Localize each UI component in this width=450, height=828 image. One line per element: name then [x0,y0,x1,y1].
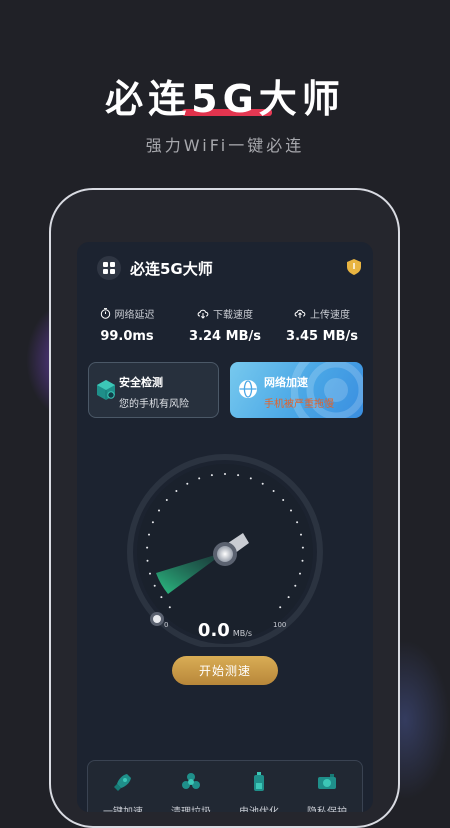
speed-readout: 0.0 MB/s [77,620,373,641]
stat-download: 下载速度 3.24 MB/s [175,306,275,344]
gauge-tick [186,482,189,485]
speed-unit: MB/s [232,629,253,638]
network-boost-title: 网络加速 [264,376,308,389]
gauge-tick [237,474,240,477]
gauge-tick [149,572,151,575]
stat-upload-label: 上传速度 [310,310,350,321]
gauge-tick [146,559,149,562]
network-boost-desc: 手机被严重拖慢 [264,399,334,410]
gauge-tick [153,584,156,587]
tool-clean[interactable]: 清理垃圾 [160,771,222,812]
cloud-upload-icon [294,309,306,318]
tool-speedup[interactable]: 一键加速 [92,771,154,812]
gauge-tick [158,509,160,512]
gauge-tick [148,533,150,536]
app-screen: 必连5G大师 网络延迟 99.0ms 下载速度 3.24 MB/s 上传速度 3… [77,242,373,812]
security-cube-icon [96,379,116,405]
stat-upload: 上传速度 3.45 MB/s [272,306,372,344]
rocket-icon [114,774,131,791]
start-speed-test-button[interactable]: 开始测速 [172,656,278,685]
tool-privacy-label: 隐私保护 [296,803,358,812]
timer-icon [100,308,110,319]
security-check-desc: 您的手机有风险 [119,399,189,410]
shield-icon[interactable] [347,259,361,279]
gauge-tick [272,490,275,492]
gauge-tick [301,559,304,562]
stat-download-label: 下载速度 [213,310,253,321]
gauge-tick [165,499,168,501]
stat-latency-label: 网络延迟 [114,310,155,321]
battery-icon [254,772,264,791]
tool-clean-label: 清理垃圾 [160,803,222,812]
network-stats: 网络延迟 99.0ms 下载速度 3.24 MB/s 上传速度 3.45 MB/… [77,306,373,346]
stat-download-value: 3.24 MB/s [189,329,261,344]
gauge-tick [294,584,297,587]
gauge-tick [249,477,252,480]
gauge-tick [296,521,299,524]
app-menu-icon[interactable] [97,256,121,280]
gauge-tick [160,596,163,599]
camera-icon [318,774,336,789]
gauge-tick [175,490,178,492]
speed-gauge: 0 100 [127,454,323,647]
app-header: 必连5G大师 [97,256,361,280]
gauge-tick [151,521,154,524]
tool-speedup-label: 一键加速 [92,803,154,812]
gauge-tick [279,606,282,609]
cloud-download-icon [197,309,209,319]
gauge-tick [301,546,304,549]
speed-value: 0.0 [197,620,230,641]
gauge-tick [300,533,302,536]
security-check-card[interactable]: 安全检测 您的手机有风险 [88,362,219,418]
hero-title: 必连5G大师 [105,77,345,121]
network-boost-card[interactable]: 网络加速 手机被严重拖慢 [230,362,363,418]
tools-bar: 一键加速 清理垃圾 电池优化 隐私保护 [87,760,363,812]
gauge-tick [290,509,292,512]
tool-privacy[interactable]: 隐私保护 [296,771,358,812]
app-title: 必连5G大师 [130,260,213,278]
globe-icon [238,379,258,403]
stat-latency: 网络延迟 99.0ms [77,306,177,344]
gauge-tick [261,482,264,485]
gauge-tick [224,473,226,475]
security-check-title: 安全检测 [119,376,163,389]
gauge-tick [299,572,301,575]
gauge-tick [146,546,149,549]
stat-upload-value: 3.45 MB/s [286,329,358,344]
tool-battery[interactable]: 电池优化 [228,771,290,812]
fan-icon [182,773,200,789]
gauge-tick [198,477,201,480]
hero-subtitle: 强力WiFi一键必连 [145,136,305,155]
gauge-tick [287,596,290,599]
stat-latency-value: 99.0ms [100,329,154,344]
gauge-tick [168,606,171,609]
gauge-tick [282,499,285,501]
tool-battery-label: 电池优化 [228,803,290,812]
gauge-hub [217,546,233,562]
gauge-tick [210,474,213,477]
